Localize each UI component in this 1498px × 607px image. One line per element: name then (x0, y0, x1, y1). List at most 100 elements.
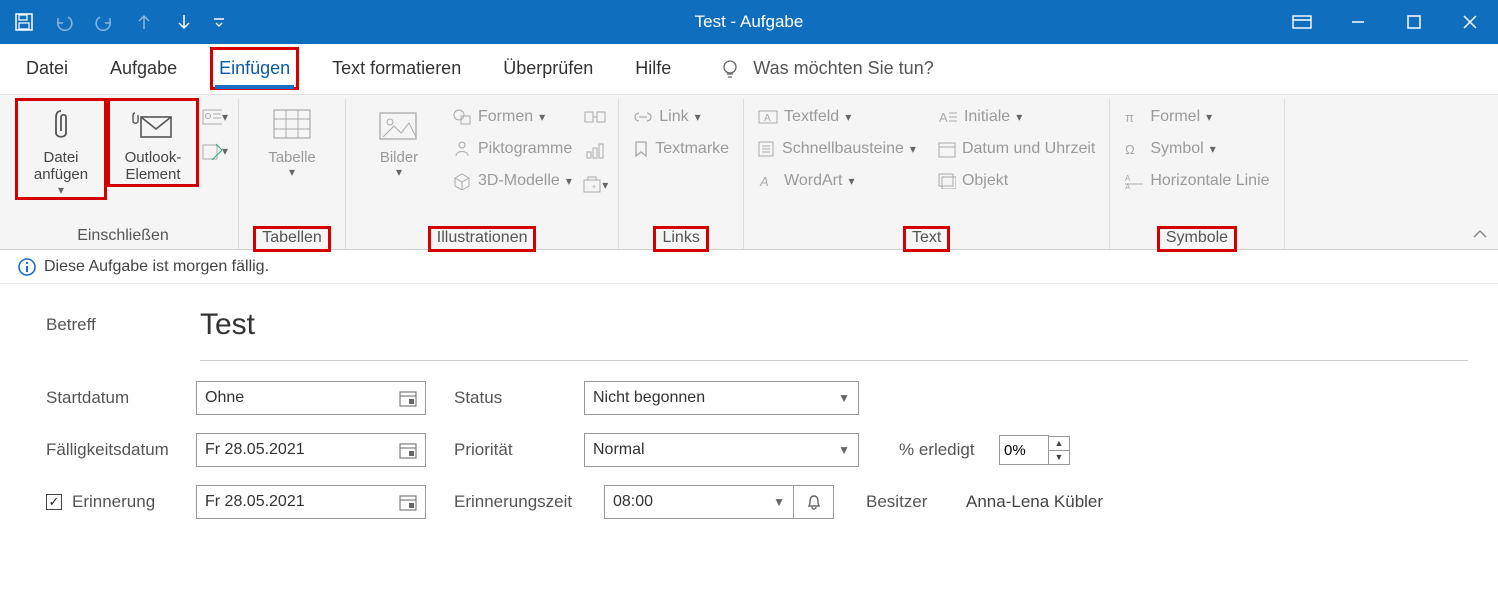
reminder-checkbox[interactable]: ✓ (46, 494, 62, 510)
symbol-button[interactable]: ΩSymbol▾ (1120, 135, 1273, 163)
percent-spinner[interactable]: ▲ ▼ (999, 435, 1070, 465)
subject-label: Betreff (46, 315, 196, 335)
info-icon (18, 258, 36, 276)
info-text: Diese Aufgabe ist morgen fällig. (44, 258, 269, 276)
reminder-label: Erinnerung (72, 492, 155, 512)
startdate-input[interactable]: Ohne (196, 381, 426, 415)
ribbon-display-icon[interactable] (1274, 0, 1330, 44)
svg-text:π: π (1125, 110, 1134, 125)
subject-value[interactable]: Test (200, 308, 255, 342)
3d-models-button[interactable]: 3D-Modelle▾ (448, 167, 576, 195)
pictures-button[interactable]: Bilder ▾ (356, 101, 442, 180)
paperclip-icon (48, 105, 74, 145)
spinner-up[interactable]: ▲ (1048, 436, 1070, 451)
tab-einfuegen[interactable]: Einfügen (215, 52, 294, 85)
bell-icon (805, 493, 823, 511)
attach-file-label: Datei anfügen (18, 149, 104, 184)
minimize-button[interactable] (1330, 0, 1386, 44)
dropcap-icon: A (938, 109, 958, 125)
cube-icon (452, 172, 472, 190)
table-icon (273, 105, 311, 145)
svg-text:+: + (592, 184, 596, 191)
remindertime-label: Erinnerungszeit (454, 492, 604, 512)
attach-file-button[interactable]: Datei anfügen ▾ (18, 101, 104, 197)
undo-icon[interactable] (50, 8, 78, 36)
bookmark-button[interactable]: Textmarke (629, 135, 733, 163)
tab-textformat[interactable]: Text formatieren (328, 52, 465, 85)
omega-icon: Ω (1124, 141, 1144, 157)
priority-combo[interactable]: Normal ▼ (584, 433, 859, 467)
wordart-button[interactable]: AWordArt▾ (754, 167, 920, 195)
object-button[interactable]: Objekt (934, 167, 1099, 195)
dropcap-button[interactable]: AInitiale▾ (934, 103, 1099, 131)
group-links-label: Links (656, 229, 705, 249)
bookmark-icon (633, 140, 649, 158)
outlook-item-label: Outlook-Element (110, 149, 196, 184)
chevron-down-icon: ▾ (396, 166, 402, 180)
signature-button[interactable]: ▾ (202, 139, 228, 163)
remindertime-combo[interactable]: 08:00 ▼ (604, 485, 794, 519)
qat-customize-icon[interactable] (210, 8, 228, 36)
group-symbole-label: Symbole (1160, 229, 1234, 249)
tell-me-label: Was möchten Sie tun? (753, 58, 933, 79)
info-bar: Diese Aufgabe ist morgen fällig. (0, 250, 1498, 284)
spinner-down[interactable]: ▼ (1048, 450, 1070, 465)
group-illustrationen-label: Illustrationen (431, 229, 534, 249)
status-combo[interactable]: Nicht begonnen ▼ (584, 381, 859, 415)
tab-aufgabe[interactable]: Aufgabe (106, 52, 181, 85)
hline-button[interactable]: AAHorizontale Linie (1120, 167, 1273, 195)
tab-hilfe[interactable]: Hilfe (631, 52, 675, 85)
link-icon (633, 109, 653, 125)
smartart-button[interactable] (582, 105, 608, 129)
save-icon[interactable] (10, 8, 38, 36)
reminder-sound-button[interactable] (794, 485, 834, 519)
chart-button[interactable] (582, 139, 608, 163)
tell-me-search[interactable]: Was möchten Sie tun? (719, 58, 933, 80)
svg-text:A: A (939, 110, 948, 125)
percent-input[interactable] (999, 435, 1049, 465)
screenshot-button[interactable]: +▾ (582, 173, 608, 197)
owner-label: Besitzer (866, 492, 966, 512)
pi-icon: π (1124, 109, 1144, 125)
maximize-button[interactable] (1386, 0, 1442, 44)
svg-text:A: A (1125, 183, 1131, 189)
collapse-ribbon-icon[interactable] (1472, 229, 1488, 241)
tab-datei[interactable]: Datei (22, 52, 72, 85)
chevron-down-icon: ▾ (289, 166, 295, 180)
reminder-date-input[interactable]: Fr 28.05.2021 (196, 485, 426, 519)
divider (200, 360, 1468, 361)
svg-text:Ω: Ω (1125, 142, 1135, 157)
link-button[interactable]: Link▾ (629, 103, 733, 131)
textbox-button[interactable]: ATextfeld▾ (754, 103, 920, 131)
pictograms-button[interactable]: Piktogramme (448, 135, 576, 163)
ribbon: Datei anfügen ▾ Outlook-Element ▾ ▾ Eins… (0, 94, 1498, 250)
envelope-paperclip-icon (131, 105, 175, 145)
equation-button[interactable]: πFormel▾ (1120, 103, 1273, 131)
hline-icon: AA (1124, 173, 1144, 189)
pictogram-icon (452, 140, 472, 158)
chevron-down-icon: ▼ (838, 391, 850, 405)
duedate-input[interactable]: Fr 28.05.2021 (196, 433, 426, 467)
calendar-icon (399, 389, 417, 407)
group-text-label: Text (906, 229, 947, 249)
redo-icon[interactable] (90, 8, 118, 36)
duedate-label: Fälligkeitsdatum (46, 440, 196, 460)
shapes-button[interactable]: Formen▾ (448, 103, 576, 131)
pictures-label: Bilder (380, 149, 418, 166)
group-einschliessen-label: Einschließen (77, 227, 169, 249)
outlook-item-button[interactable]: Outlook-Element (110, 101, 196, 184)
datetime-button[interactable]: Datum und Uhrzeit (934, 135, 1099, 163)
textbox-icon: A (758, 109, 778, 125)
calendar-icon (938, 140, 956, 158)
pictures-icon (379, 105, 419, 145)
quickparts-button[interactable]: Schnellbausteine▾ (754, 135, 920, 163)
down-arrow-icon[interactable] (170, 8, 198, 36)
business-card-button[interactable]: ▾ (202, 105, 228, 129)
lightbulb-icon (719, 58, 741, 80)
tab-ueberpruefen[interactable]: Überprüfen (499, 52, 597, 85)
title-bar: Test - Aufgabe (0, 0, 1498, 44)
ribbon-tabs: Datei Aufgabe Einfügen Text formatieren … (0, 44, 1498, 94)
up-arrow-icon[interactable] (130, 8, 158, 36)
close-button[interactable] (1442, 0, 1498, 44)
table-button[interactable]: Tabelle ▾ (249, 101, 335, 180)
